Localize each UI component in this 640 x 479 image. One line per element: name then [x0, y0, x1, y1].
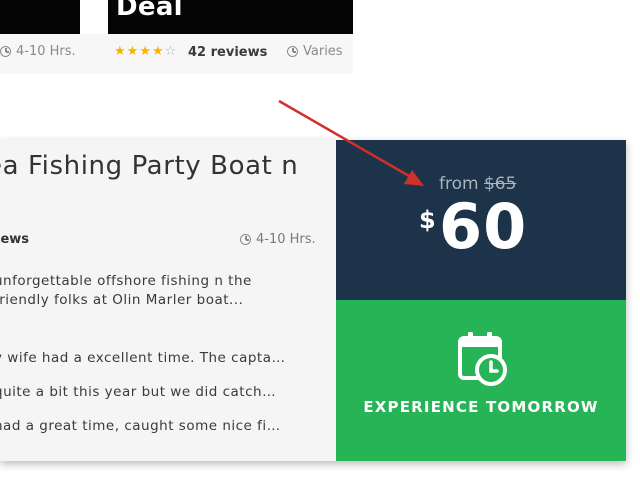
price-panel: from $65 $ 60	[336, 140, 626, 300]
duration-text: 4-10 Hrs.	[256, 232, 316, 247]
star-empty-icon: ☆	[164, 44, 177, 59]
reviews-link[interactable]: iews	[0, 232, 29, 247]
clock-icon	[0, 46, 11, 57]
tour-card-image[interactable]: Deal	[108, 0, 353, 34]
star-filled-icon: ★	[151, 44, 164, 59]
tour-duration: 4-10 Hrs.	[240, 232, 316, 247]
tour-card-duration: 4-10 Hrs.	[0, 44, 76, 59]
tour-title[interactable]: ea Fishing Party Boat n	[0, 150, 322, 182]
clock-icon	[287, 46, 298, 57]
review-snippet: had a great time, caught some nice fi…	[0, 418, 281, 434]
reviews-count[interactable]: 42 reviews	[188, 45, 267, 60]
review-snippet: quite a bit this year but we did catch…	[0, 384, 277, 400]
price-amount: 60	[439, 190, 528, 263]
tour-card-duration: Varies	[287, 44, 343, 59]
star-filled-icon: ★	[139, 44, 151, 59]
review-snippet: y wife had a excellent time. The capta…	[0, 350, 286, 366]
duration-text: Varies	[303, 44, 343, 59]
cta-label[interactable]: EXPERIENCE TOMORROW	[336, 397, 626, 417]
clock-icon	[240, 234, 251, 245]
tour-card-image[interactable]	[0, 0, 80, 34]
rating-stars: ★ ★ ★ ★ ☆	[114, 45, 176, 58]
tour-description: unforgettable offshore fishing n the fri…	[0, 273, 252, 308]
experience-tomorrow-button[interactable]	[336, 300, 626, 461]
calendar-clock-icon	[458, 332, 507, 386]
tour-info-panel: ea Fishing Party Boat n iews 4-10 Hrs. u…	[0, 140, 336, 461]
duration-text: 4-10 Hrs.	[16, 44, 76, 59]
price-currency: $	[419, 206, 436, 234]
star-filled-icon: ★	[114, 44, 126, 59]
star-filled-icon: ★	[126, 44, 139, 59]
tour-card-title[interactable]: Deal	[116, 0, 183, 22]
